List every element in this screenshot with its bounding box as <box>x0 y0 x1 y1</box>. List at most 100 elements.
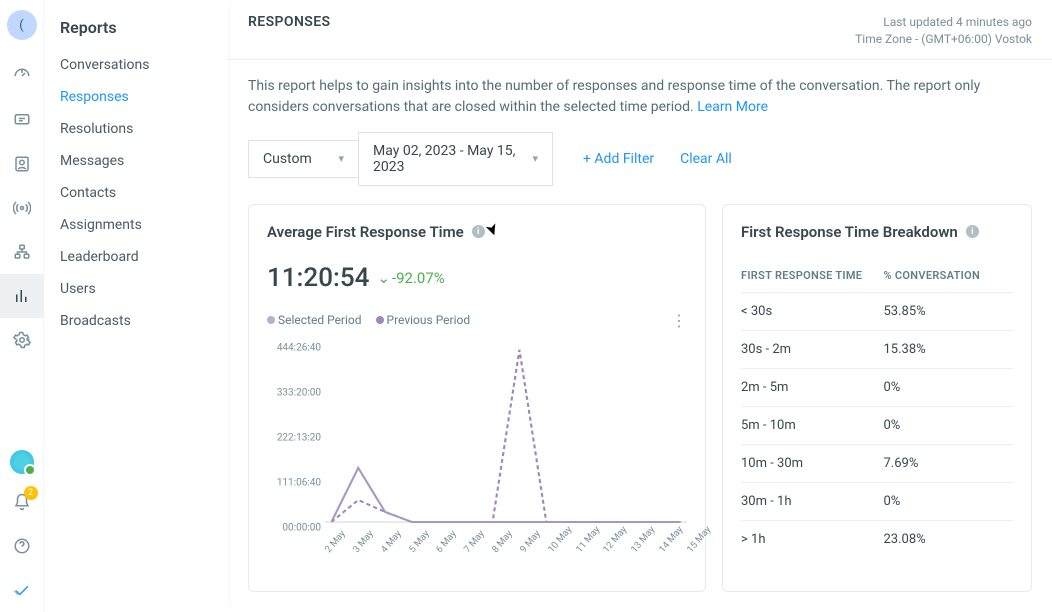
breakdown-card: First Response Time Breakdown i FIRST RE… <box>722 204 1032 592</box>
trend-indicator: ⌄ -92.07% <box>377 269 444 287</box>
status-check-icon[interactable] <box>0 568 44 612</box>
broadcast-icon[interactable] <box>0 186 44 230</box>
learn-more-link[interactable]: Learn More <box>697 99 768 115</box>
card-title: Average First Response Time i <box>267 223 687 241</box>
add-filter-button[interactable]: + Add Filter <box>583 151 654 167</box>
breakdown-table: FIRST RESPONSE TIME % CONVERSATION < 30s… <box>741 269 1013 558</box>
sidebar-title: Reports <box>44 18 228 49</box>
x-tick: 11 May <box>574 524 602 555</box>
sidebar-item-leaderboard[interactable]: Leaderboard <box>44 241 228 273</box>
card-menu-icon[interactable]: ⋮ <box>671 311 687 330</box>
topbar: RESPONSES Last updated 4 minutes ago Tim… <box>228 0 1052 60</box>
table-row: < 30s53.85% <box>741 292 1013 330</box>
chevron-down-icon: ▾ <box>532 152 538 165</box>
description-text: This report helps to gain insights into … <box>248 78 980 115</box>
timezone: Time Zone - (GMT+06:00) Vostok <box>855 31 1032 48</box>
sidebar-item-messages[interactable]: Messages <box>44 145 228 177</box>
sidebar-item-resolutions[interactable]: Resolutions <box>44 113 228 145</box>
legend-dot-selected <box>267 316 275 324</box>
nav-rail: ( 2 <box>0 0 44 612</box>
table-row: 2m - 5m0% <box>741 368 1013 406</box>
col-header-bucket: FIRST RESPONSE TIME <box>741 269 883 282</box>
x-tick: 7 May <box>462 528 487 555</box>
sidebar-item-broadcasts[interactable]: Broadcasts <box>44 305 228 337</box>
chevron-down-icon: ▾ <box>338 152 344 165</box>
report-description: This report helps to gain insights into … <box>228 60 1052 132</box>
table-row: 30s - 2m15.38% <box>741 330 1013 368</box>
legend-previous-label: Previous Period <box>387 313 471 327</box>
bucket-cell: 30s - 2m <box>741 342 883 357</box>
bucket-cell: > 1h <box>741 532 883 547</box>
table-row: 5m - 10m0% <box>741 406 1013 444</box>
date-range-select[interactable]: May 02, 2023 - May 15, 2023 ▾ <box>358 132 553 186</box>
sidebar-item-conversations[interactable]: Conversations <box>44 49 228 81</box>
pct-cell: 0% <box>883 494 1013 509</box>
bucket-cell: 10m - 30m <box>741 456 883 471</box>
pct-cell: 7.69% <box>883 456 1013 471</box>
y-tick: 111:06:40 <box>277 477 321 488</box>
x-tick: 6 May <box>434 528 459 555</box>
col-header-pct: % CONVERSATION <box>883 269 1013 282</box>
y-tick: 444:26:40 <box>277 342 321 353</box>
table-row: 10m - 30m7.69% <box>741 444 1013 482</box>
card-title-text: First Response Time Breakdown <box>741 223 958 241</box>
sidebar-item-responses[interactable]: Responses <box>44 81 228 113</box>
x-tick: 14 May <box>657 524 685 555</box>
table-row: 30m - 1h0% <box>741 482 1013 520</box>
x-tick: 5 May <box>407 528 432 555</box>
sidebar-item-contacts[interactable]: Contacts <box>44 177 228 209</box>
x-tick: 2 May <box>323 528 348 555</box>
sidebar-item-assignments[interactable]: Assignments <box>44 209 228 241</box>
legend-dot-previous <box>376 316 384 324</box>
x-tick: 8 May <box>490 528 515 555</box>
notifications-icon[interactable]: 2 <box>0 480 44 524</box>
page-meta: Last updated 4 minutes ago Time Zone - (… <box>855 14 1032 49</box>
range-mode-select[interactable]: Custom ▾ <box>248 140 358 178</box>
bucket-cell: 5m - 10m <box>741 418 883 433</box>
info-icon[interactable]: i <box>472 225 485 238</box>
page-heading: RESPONSES <box>248 14 330 30</box>
chevron-down-icon: ⌄ <box>377 269 390 287</box>
pct-cell: 23.08% <box>883 532 1013 547</box>
reports-nav-icon[interactable] <box>0 274 44 318</box>
card-title: First Response Time Breakdown i <box>741 223 1013 241</box>
user-avatar[interactable] <box>10 450 34 474</box>
avg-value: 11:20:54 <box>267 263 369 293</box>
y-tick: 00:00:00 <box>282 522 321 533</box>
clear-all-button[interactable]: Clear All <box>680 151 732 167</box>
sidebar-item-users[interactable]: Users <box>44 273 228 305</box>
table-row: > 1h23.08% <box>741 520 1013 558</box>
date-range-value: May 02, 2023 - May 15, 2023 <box>373 143 532 175</box>
notification-badge: 2 <box>24 486 38 500</box>
trend-value: -92.07% <box>392 269 445 287</box>
org-icon[interactable] <box>0 230 44 274</box>
x-tick: 10 May <box>546 524 574 555</box>
y-tick: 222:13:20 <box>277 432 321 443</box>
pct-cell: 0% <box>883 380 1013 395</box>
x-tick: 3 May <box>351 528 376 555</box>
dashboard-icon[interactable] <box>0 54 44 98</box>
help-icon[interactable] <box>0 524 44 568</box>
bucket-cell: < 30s <box>741 304 883 319</box>
x-tick: 4 May <box>379 528 404 555</box>
filter-controls: Custom ▾ May 02, 2023 - May 15, 2023 ▾ +… <box>228 132 1052 204</box>
response-time-chart: 00:00:00111:06:40222:13:20333:20:00444:2… <box>267 338 687 568</box>
x-tick: 9 May <box>518 528 543 555</box>
chart-legend: Selected Period Previous Period <box>267 313 470 327</box>
workspace-avatar[interactable]: ( <box>7 10 37 40</box>
x-tick: 13 May <box>629 524 657 555</box>
x-tick: 15 May <box>685 524 713 555</box>
pct-cell: 53.85% <box>883 304 1013 319</box>
bucket-cell: 30m - 1h <box>741 494 883 509</box>
range-mode-value: Custom <box>263 151 312 167</box>
pct-cell: 15.38% <box>883 342 1013 357</box>
legend-selected-label: Selected Period <box>278 313 362 327</box>
contacts-icon[interactable] <box>0 142 44 186</box>
info-icon[interactable]: i <box>966 225 979 238</box>
chat-icon[interactable] <box>0 98 44 142</box>
settings-icon[interactable] <box>0 318 44 362</box>
avg-first-response-card: Average First Response Time i 11:20:54 ⌄… <box>248 204 706 592</box>
pct-cell: 0% <box>883 418 1013 433</box>
reports-sidebar: Reports Conversations Responses Resoluti… <box>44 0 228 612</box>
main-content: RESPONSES Last updated 4 minutes ago Tim… <box>228 0 1052 612</box>
